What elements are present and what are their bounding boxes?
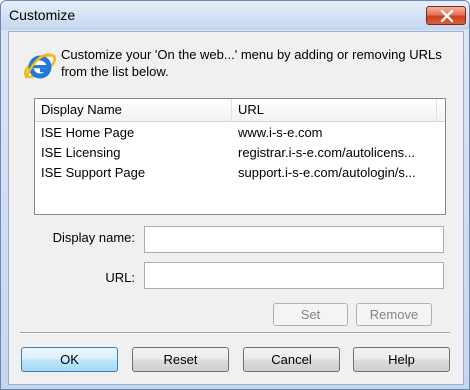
list-header: Display Name URL [35, 99, 445, 122]
list-item-name: ISE Licensing [41, 145, 121, 160]
internet-explorer-icon [23, 53, 57, 79]
help-button-label: Help [388, 352, 415, 367]
close-button[interactable] [426, 6, 466, 25]
help-button[interactable]: Help [353, 347, 450, 372]
url-list[interactable]: Display Name URL ISE Home Page www.i-s-e… [34, 98, 446, 215]
list-item-url: www.i-s-e.com [238, 125, 323, 140]
list-item-url: support.i-s-e.com/autologin/s... [238, 165, 416, 180]
list-item-name: ISE Home Page [41, 125, 135, 140]
set-button-label: Set [300, 307, 321, 322]
reset-button[interactable]: Reset [132, 347, 229, 372]
cancel-button-label: Cancel [271, 352, 312, 367]
column-header-url[interactable]: URL [232, 99, 437, 121]
url-field[interactable] [144, 262, 444, 289]
ok-button[interactable]: OK [21, 347, 118, 372]
customize-dialog: Customize Customize your 'On the web...'… [0, 0, 470, 390]
url-label: URL: [105, 270, 135, 285]
list-item-name: ISE Support Page [41, 165, 146, 180]
list-item[interactable]: ISE Support Page support.i-s-e.com/autol… [35, 163, 445, 183]
list-item[interactable]: ISE Home Page www.i-s-e.com [35, 123, 445, 143]
list-item-url: registrar.i-s-e.com/autolicens... [238, 145, 416, 160]
column-header-display-name[interactable]: Display Name [35, 99, 232, 121]
remove-button-label: Remove [369, 307, 419, 322]
list-item[interactable]: ISE Licensing registrar.i-s-e.com/autoli… [35, 143, 445, 163]
set-button[interactable]: Set [273, 303, 348, 326]
remove-button[interactable]: Remove [356, 303, 432, 326]
title-bar[interactable]: Customize [1, 1, 469, 30]
display-name-field[interactable] [144, 226, 444, 253]
close-icon [440, 10, 454, 22]
display-name-label: Display name: [52, 230, 135, 245]
window-title: Customize [9, 7, 76, 23]
ok-button-label: OK [60, 352, 79, 367]
intro-text: Customize your 'On the web...' menu by a… [61, 47, 442, 79]
separator [20, 332, 450, 334]
dialog-body: Customize your 'On the web...' menu by a… [8, 31, 464, 385]
reset-button-label: Reset [163, 352, 198, 367]
cancel-button[interactable]: Cancel [243, 347, 340, 372]
